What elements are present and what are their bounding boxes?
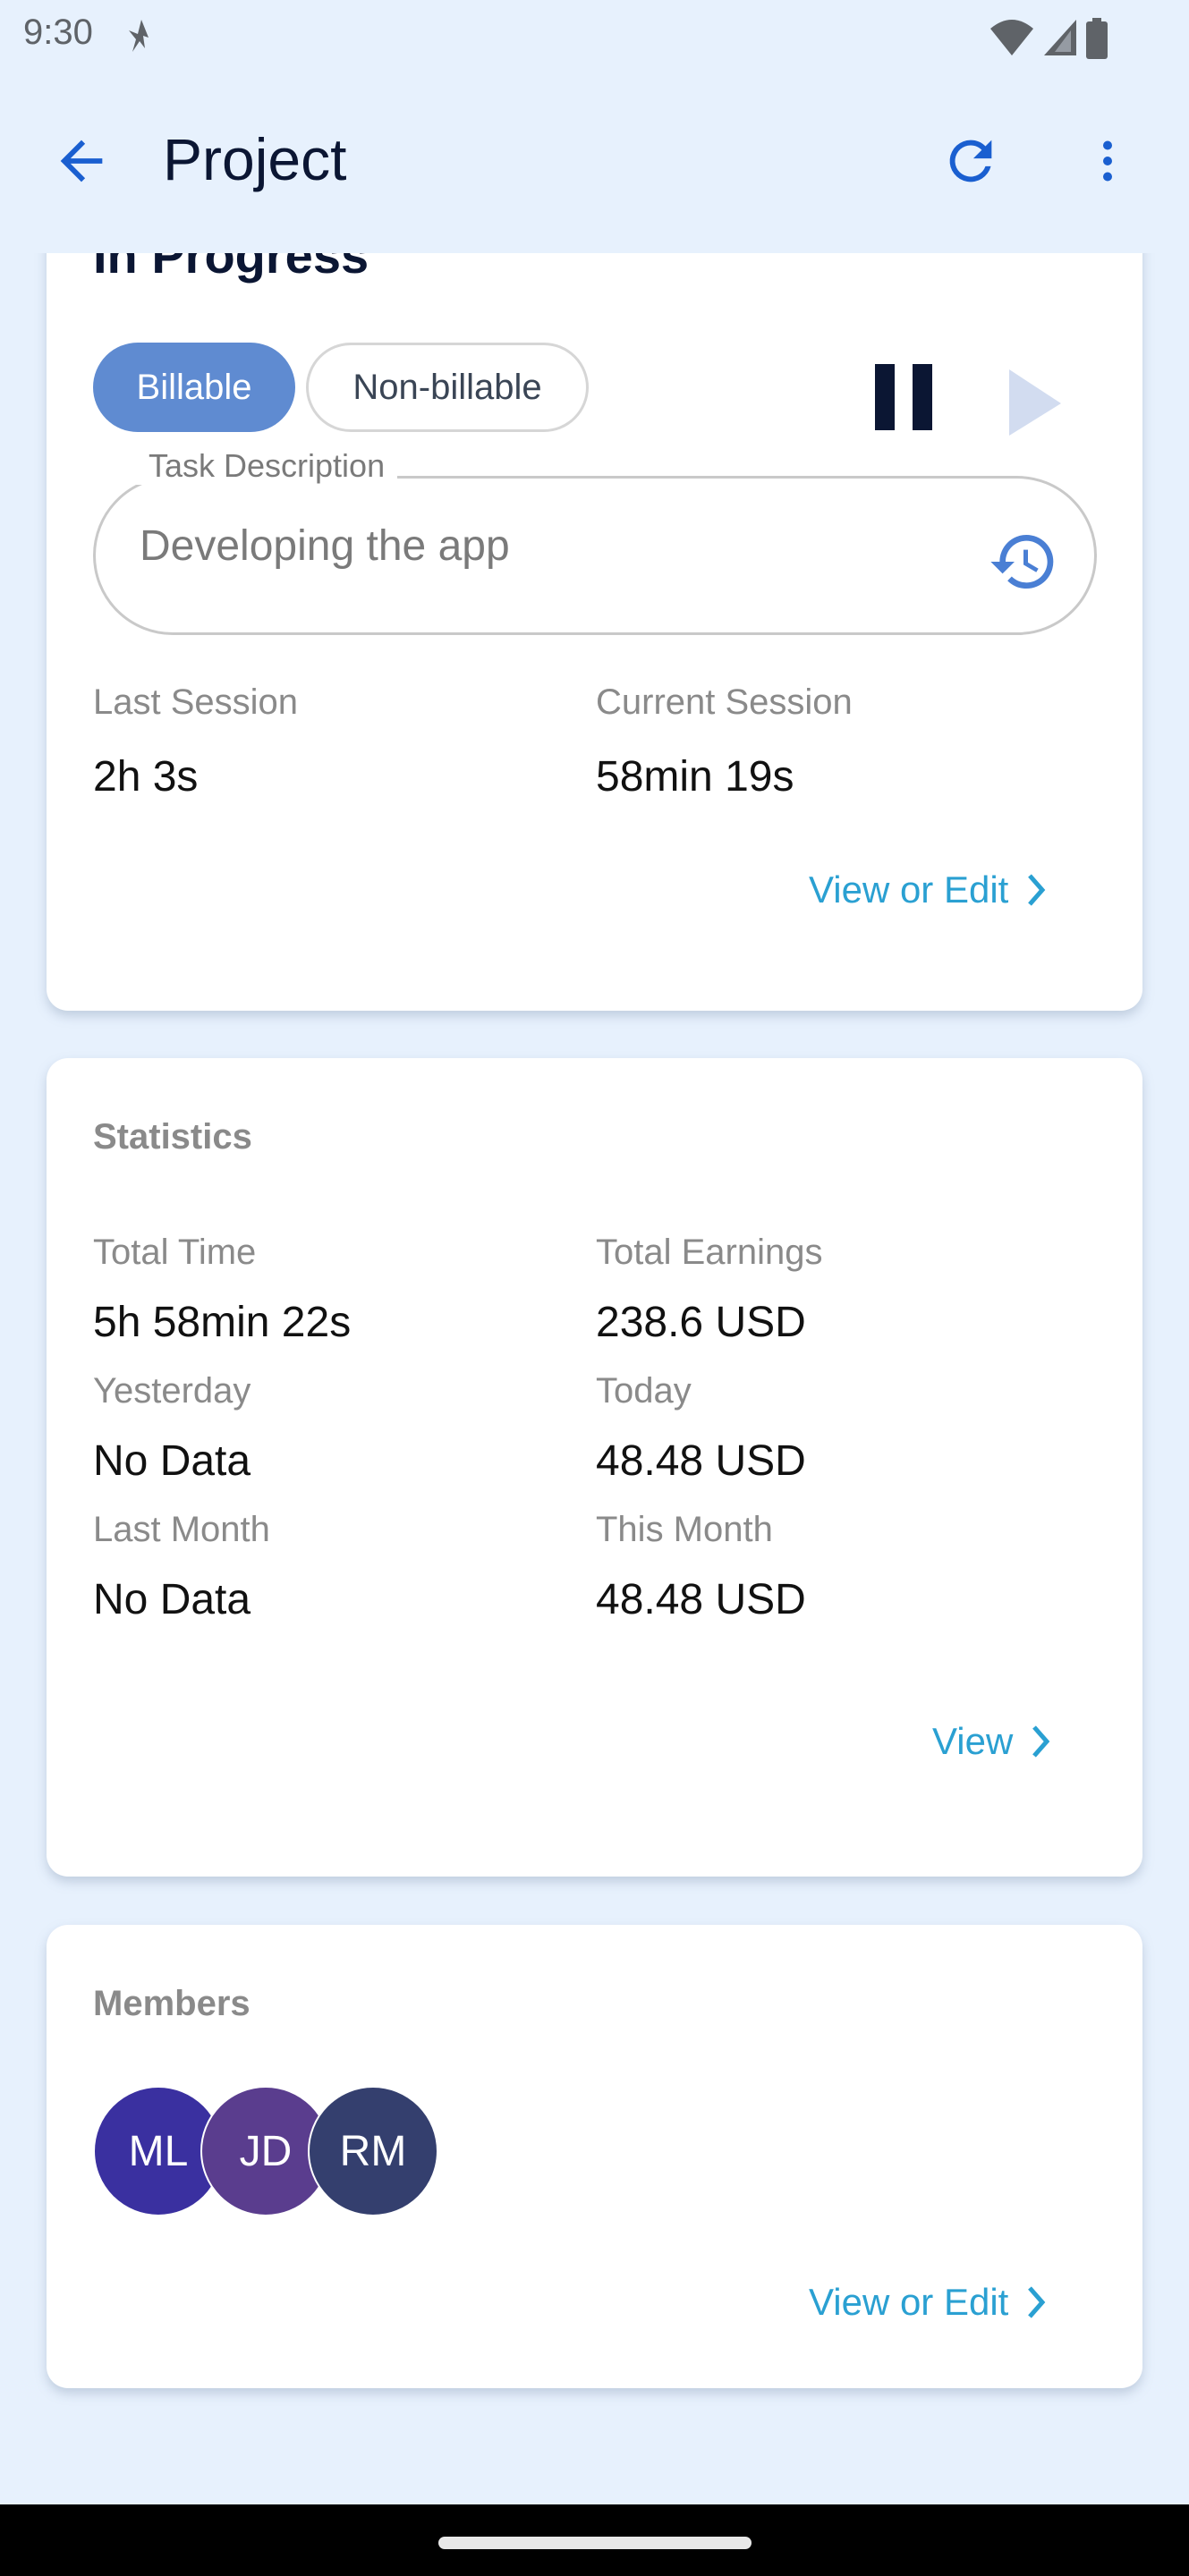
pause-button[interactable] <box>852 343 950 441</box>
status-icons <box>989 18 1108 59</box>
statistics-view-label: View <box>932 1720 1014 1762</box>
last-session-value: 2h 3s <box>93 753 199 801</box>
current-session-label: Current Session <box>596 682 853 722</box>
last-session-label: Last Session <box>93 682 299 722</box>
chevron-right-icon <box>1028 2286 1046 2318</box>
back-button[interactable] <box>50 130 113 192</box>
play-icon <box>1009 369 1061 436</box>
task-description-label: Task Description <box>136 447 398 485</box>
signal-icon <box>1044 20 1076 55</box>
stat-label: This Month <box>596 1510 773 1549</box>
chip-non-billable[interactable]: Non-billable <box>306 343 589 432</box>
timer-view-edit-label: View or Edit <box>809 869 1009 911</box>
task-description-input[interactable] <box>140 521 945 571</box>
arrow-back-icon <box>60 140 103 182</box>
members-card: Members ML JD RM View or Edit <box>47 1925 1142 2388</box>
status-time: 9:30 <box>23 13 93 52</box>
members-view-edit-link[interactable]: View or Edit <box>809 2281 1048 2324</box>
battery-icon <box>1086 18 1108 59</box>
wifi-icon <box>990 20 1033 55</box>
stat-value: 238.6 USD <box>596 1299 806 1346</box>
stat-label: Today <box>596 1371 692 1411</box>
status-bar: 9:30 <box>0 0 1189 72</box>
stat-value: No Data <box>93 1576 251 1623</box>
stat-value: 5h 58min 22s <box>93 1299 352 1346</box>
more-options-button[interactable] <box>1081 130 1134 192</box>
current-session-value: 58min 19s <box>596 753 794 801</box>
avatar[interactable]: RM <box>308 2086 438 2216</box>
members-view-edit-label: View or Edit <box>809 2281 1009 2323</box>
chip-billable[interactable]: Billable <box>93 343 295 432</box>
stat-label: Total Time <box>93 1233 257 1272</box>
more-vert-icon <box>1103 140 1112 182</box>
stat-label: Last Month <box>93 1510 270 1549</box>
statistics-view-link[interactable]: View <box>932 1720 1052 1763</box>
member-avatars: ML JD RM <box>93 2086 469 2216</box>
history-button[interactable] <box>988 526 1059 597</box>
stat-label: Total Earnings <box>596 1233 823 1272</box>
dnd-icon <box>129 20 149 52</box>
statistics-card: Statistics Total Time 5h 58min 22s Total… <box>47 1058 1142 1877</box>
members-title: Members <box>93 1984 251 2023</box>
timer-view-edit-link[interactable]: View or Edit <box>809 869 1048 911</box>
play-button[interactable] <box>986 343 1084 441</box>
statistics-title: Statistics <box>93 1117 252 1157</box>
timer-card: In Progress Billable Non-billable Task D… <box>47 253 1142 1011</box>
system-navigation-bar <box>0 2504 1189 2576</box>
stat-label: Yesterday <box>93 1371 251 1411</box>
pause-icon <box>875 364 932 430</box>
stat-value: 48.48 USD <box>596 1576 806 1623</box>
page-title: Project <box>163 126 347 192</box>
stat-value: 48.48 USD <box>596 1437 806 1485</box>
refresh-button[interactable] <box>939 130 1002 192</box>
chevron-right-icon <box>1032 1725 1050 1758</box>
history-icon <box>990 535 1054 589</box>
chevron-right-icon <box>1028 874 1046 906</box>
status-heading: In Progress <box>93 253 369 284</box>
content-scroll[interactable]: In Progress Billable Non-billable Task D… <box>0 253 1189 2504</box>
refresh-icon <box>949 140 992 182</box>
home-gesture-handle[interactable] <box>438 2537 752 2549</box>
stat-value: No Data <box>93 1437 251 1485</box>
